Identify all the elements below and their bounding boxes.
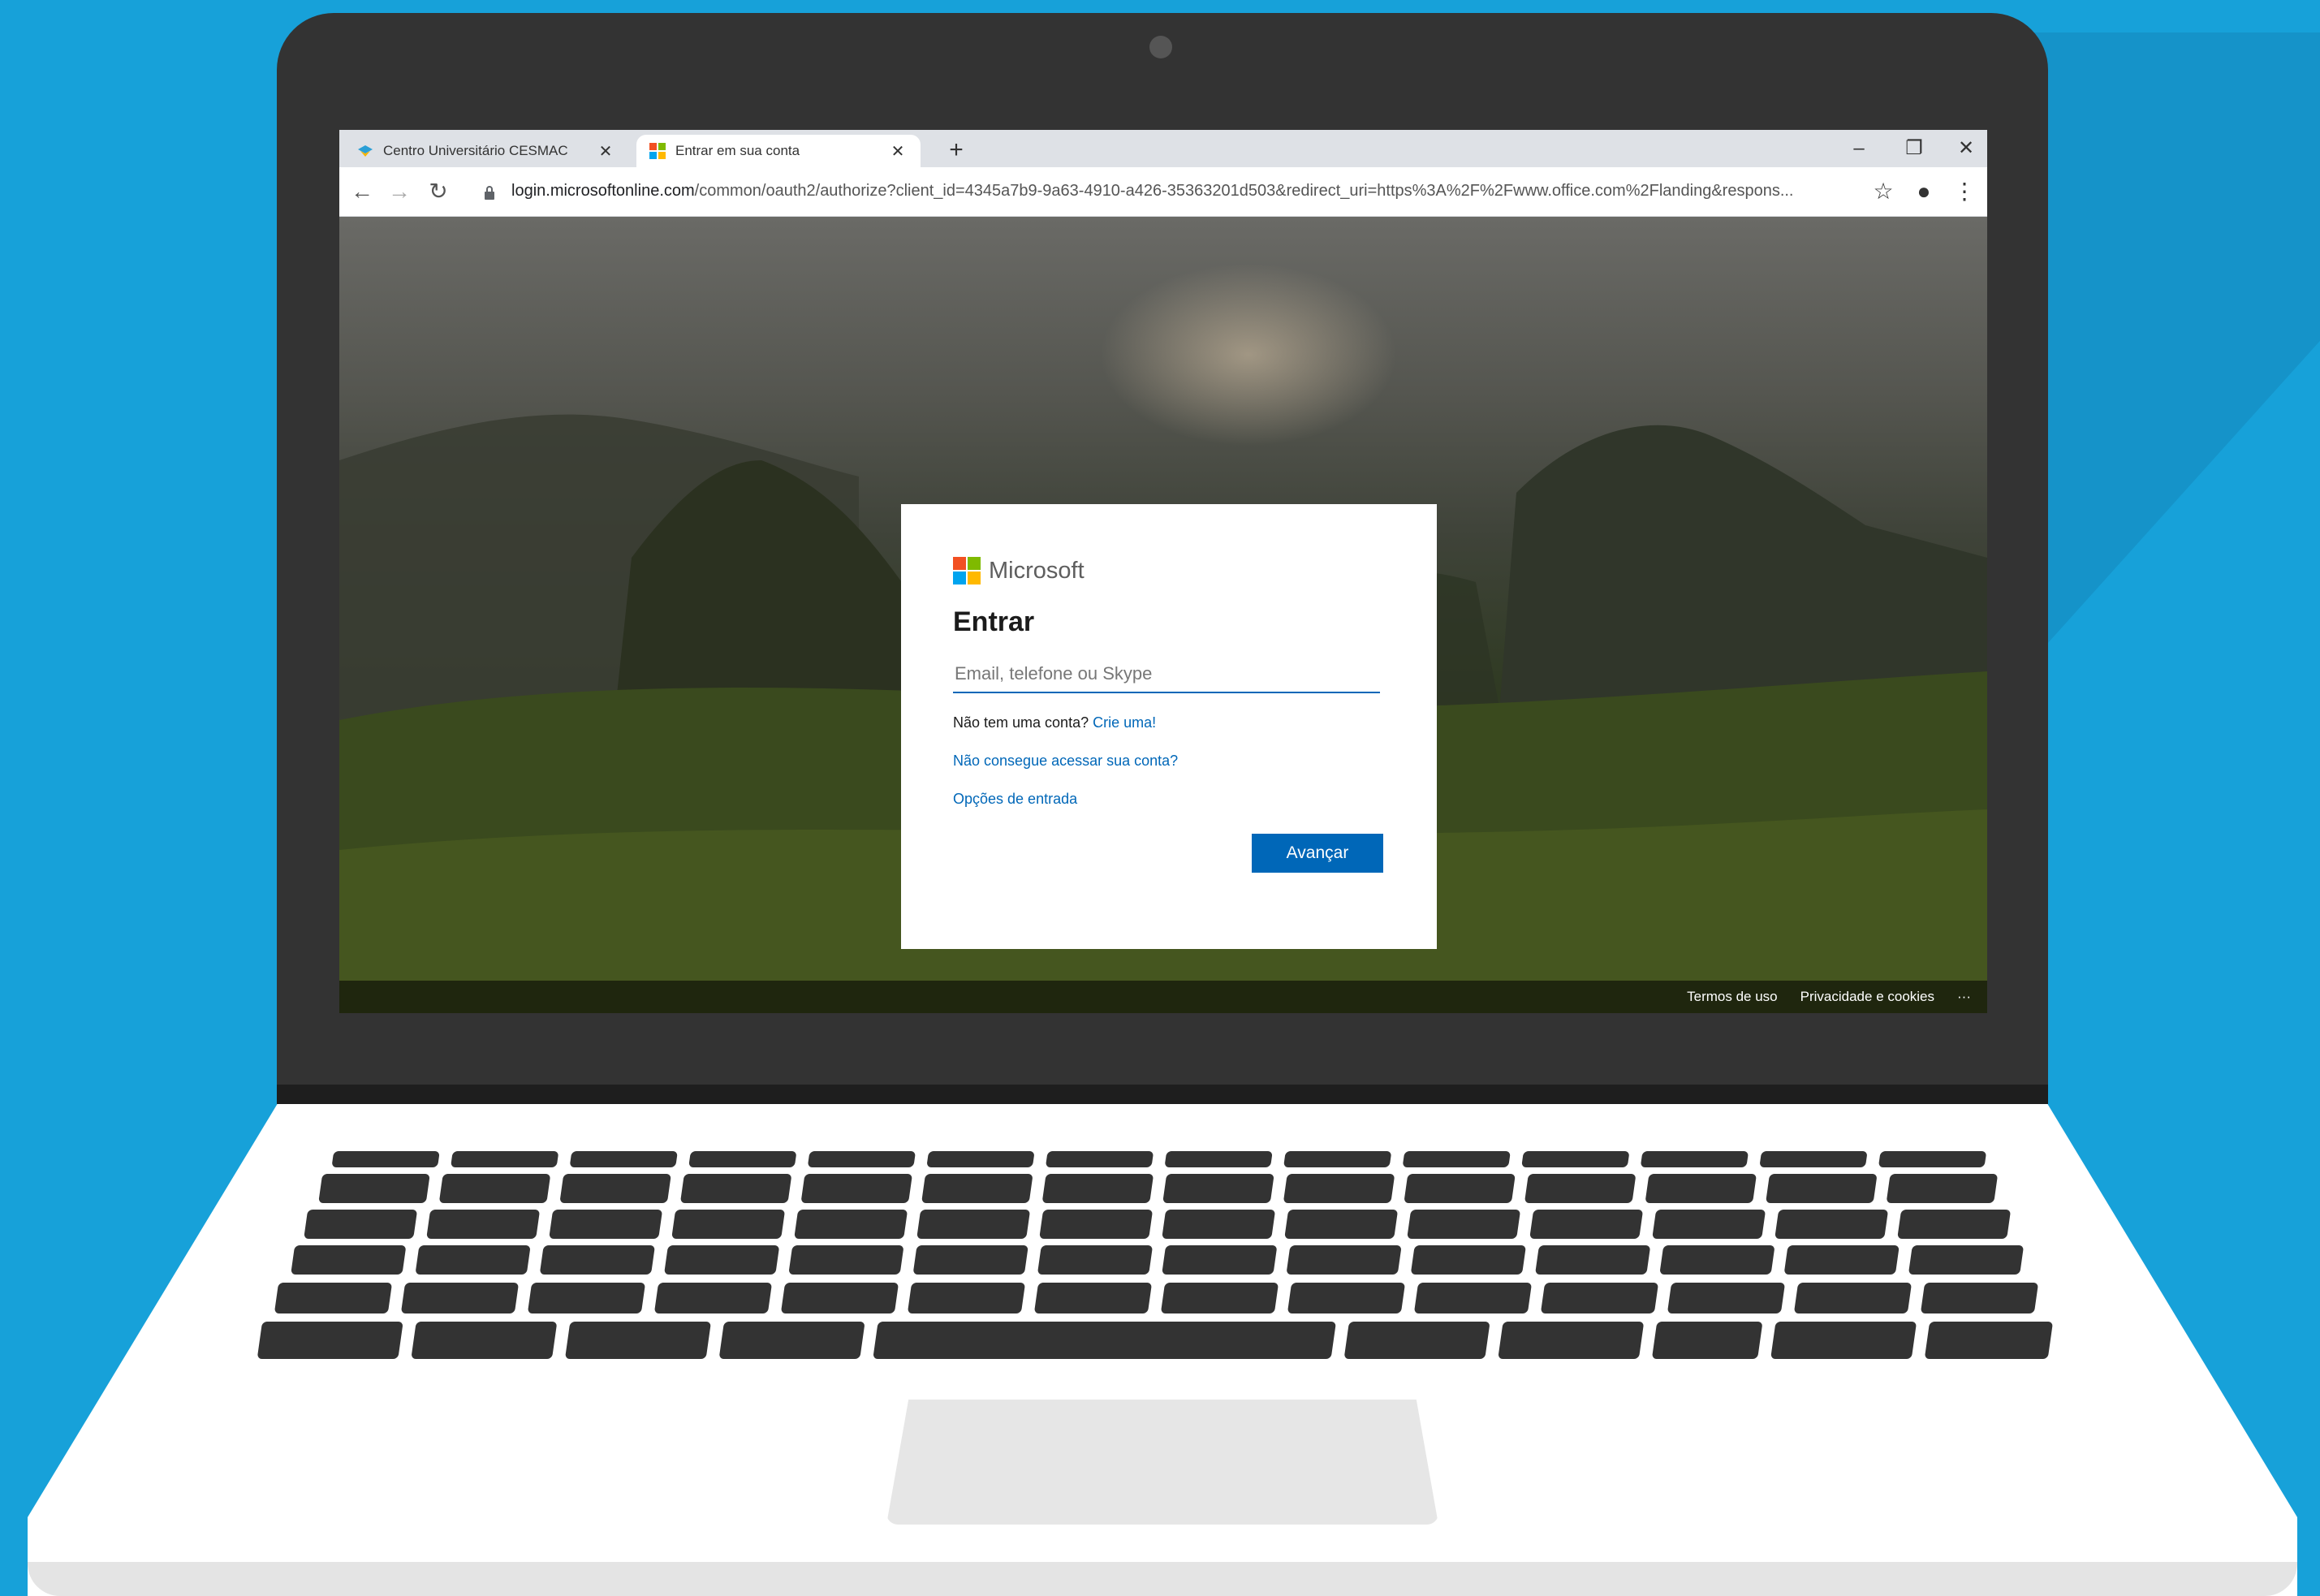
keyboard-key [654, 1283, 772, 1313]
keyboard-key [801, 1174, 912, 1203]
keyboard-key [664, 1245, 779, 1275]
keyboard-key [1660, 1245, 1774, 1275]
keyboard-key [1766, 1174, 1877, 1203]
keyboard-key [426, 1210, 540, 1239]
keyboard-key [921, 1174, 1033, 1203]
keyboard-key [1283, 1151, 1391, 1167]
keyboard-key [1287, 1283, 1405, 1313]
keyboard-key [416, 1245, 530, 1275]
keyboard-key [1908, 1245, 2024, 1275]
keyboard-key [1046, 1151, 1154, 1167]
keyboard-key [671, 1210, 785, 1239]
keyboard-key [1284, 1210, 1398, 1239]
keyboard-key [274, 1283, 392, 1313]
keyboard-key [1760, 1151, 1867, 1167]
keyboard-key [1541, 1283, 1658, 1313]
keyboard-key [1162, 1174, 1274, 1203]
keyboard-key [412, 1322, 557, 1359]
keyboard-key [1162, 1245, 1277, 1275]
keyboard-key [808, 1151, 916, 1167]
keyboard-key [1652, 1210, 1766, 1239]
keyboard-key [257, 1322, 403, 1359]
keyboard-key [451, 1151, 558, 1167]
keyboard-key [1887, 1174, 1998, 1203]
keyboard-key [1652, 1322, 1762, 1359]
keyboard-key [916, 1210, 1030, 1239]
keyboard [257, 1151, 2053, 1359]
keyboard-key [1165, 1151, 1273, 1167]
keyboard-key [1770, 1322, 1917, 1359]
keyboard-key [1529, 1210, 1643, 1239]
keyboard-key [1794, 1283, 1912, 1313]
keyboard-key [1034, 1283, 1152, 1313]
keyboard-key [1878, 1151, 1986, 1167]
keyboard-key [927, 1151, 1034, 1167]
keyboard-key [1344, 1322, 1490, 1359]
keyboard-key [1042, 1174, 1154, 1203]
keyboard-key [1039, 1210, 1153, 1239]
keyboard-key [1162, 1210, 1275, 1239]
keyboard-key [908, 1283, 1025, 1313]
keyboard-key [1641, 1151, 1749, 1167]
keyboard-key [719, 1322, 865, 1359]
keyboard-key [1921, 1283, 2038, 1313]
keyboard-key [528, 1283, 645, 1313]
keyboard-key [1645, 1174, 1757, 1203]
keyboard-key [794, 1210, 908, 1239]
keyboard-key [1403, 1151, 1511, 1167]
keyboard-key [565, 1322, 711, 1359]
keyboard-key [1535, 1245, 1650, 1275]
keyboard-key [570, 1151, 678, 1167]
keyboard-key [291, 1245, 406, 1275]
keyboard-key [1407, 1210, 1520, 1239]
keyboard-key [1287, 1245, 1401, 1275]
keyboard-key [1283, 1174, 1395, 1203]
keyboard-key [1897, 1210, 2011, 1239]
keyboard-key [873, 1322, 1336, 1359]
keyboard-key [318, 1174, 430, 1203]
keyboard-key [332, 1151, 440, 1167]
keyboard-key [1414, 1283, 1532, 1313]
keyboard-key [1524, 1174, 1636, 1203]
keyboard-key [401, 1283, 519, 1313]
keyboard-key [560, 1174, 671, 1203]
keyboard-key [1498, 1322, 1644, 1359]
keyboard-key [1784, 1245, 1900, 1275]
keyboard-key [913, 1245, 1028, 1275]
keyboard-key [680, 1174, 791, 1203]
keyboard-key [540, 1245, 655, 1275]
keyboard-key [1404, 1174, 1516, 1203]
keyboard-key [1774, 1210, 1888, 1239]
keyboard-key [1411, 1245, 1526, 1275]
keyboard-key [1667, 1283, 1785, 1313]
keyboard-key [789, 1245, 903, 1275]
keyboard-key [439, 1174, 550, 1203]
keyboard-key [1925, 1322, 2053, 1359]
keyboard-key [688, 1151, 796, 1167]
keyboard-key [1521, 1151, 1629, 1167]
keyboard-key [304, 1210, 417, 1239]
trackpad [886, 1400, 1438, 1525]
keyboard-key [549, 1210, 662, 1239]
keyboard-key [1161, 1283, 1279, 1313]
keyboard-key [781, 1283, 899, 1313]
keyboard-key [1037, 1245, 1153, 1275]
